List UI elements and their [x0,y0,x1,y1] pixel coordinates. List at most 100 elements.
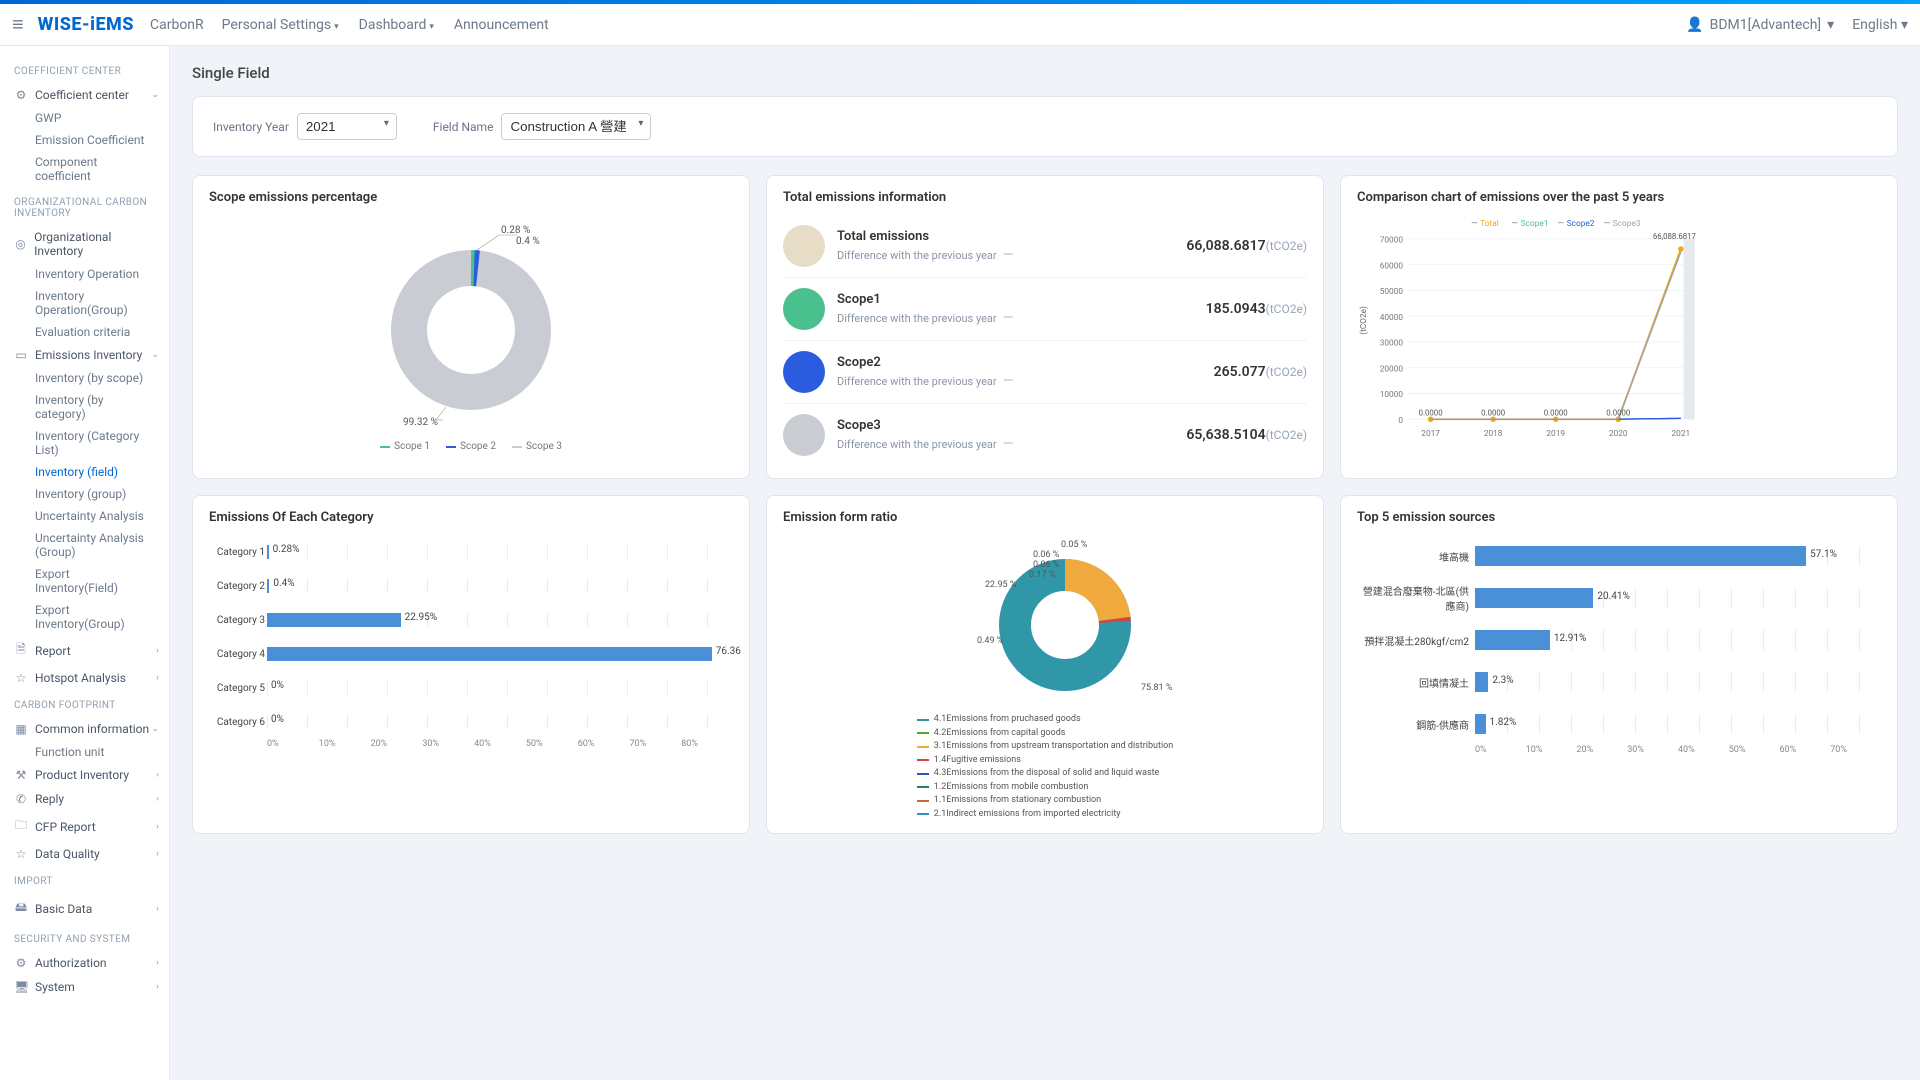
emission-diff-label: Difference with the previous year— [837,373,1214,389]
bar-value: 57.1% [1810,549,1837,560]
form-ratio-donut: 0.05 %0.06 %0.06 % 0.17 %22.95 %0.49 % 7… [865,535,1225,705]
sidebar-sub[interactable]: Export Inventory(Group) [0,599,169,635]
donut-label: 0.4 % [516,236,540,247]
user-menu[interactable]: 👤BDM1[Advantech]▾ [1686,17,1834,33]
doc-icon: 🗎 [14,640,28,661]
svg-text:20000: 20000 [1380,364,1404,374]
bar-label: Category 6 [209,717,265,728]
form-ratio-legend: 4.1Emissions from pruchased goods4.2Emis… [917,713,1173,821]
nav-announcement[interactable]: Announcement [454,17,549,33]
sidebar-item-reply[interactable]: ✆Reply› [0,787,169,811]
bar-label: Category 3 [209,615,265,626]
sidebar-item-emissions-inventory[interactable]: ▭Emissions Inventory⌄ [0,343,169,367]
emission-diff-label: Difference with the previous year— [837,310,1206,326]
sidebar-sub-emission-coef[interactable]: Emission Coefficient [0,129,169,151]
sidebar-sub[interactable]: Inventory Operation(Group) [0,285,169,321]
legend-item: 4.1Emissions from pruchased goods [917,713,1173,727]
sidebar-sub[interactable]: Inventory (by scope) [0,367,169,389]
sidebar-sub-inventory-field[interactable]: Inventory (field) [0,461,169,483]
bar-value: 0% [271,680,284,691]
card-title: Emission form ratio [783,510,1307,525]
sidebar-sub-gwp[interactable]: GWP [0,107,169,129]
bar-value: 20.41% [1597,591,1629,602]
svg-text:0.06 %: 0.06 % [1033,550,1060,560]
svg-text:0.0000: 0.0000 [1544,409,1568,418]
donut-legend: Scope 1 Scope 2 Scope 3 [380,441,562,452]
sidebar-sub-component-coef[interactable]: Component coefficient [0,151,169,187]
year-label: Inventory Year [213,120,289,134]
sidebar-item-basic-data[interactable]: 🖴Basic Data› [0,893,169,924]
filter-bar: Inventory Year 2021 Field Name Construct… [192,96,1898,157]
sidebar-item-system[interactable]: 🖥System› [0,975,169,999]
sidebar-heading: SECURITY AND SYSTEM [0,924,169,951]
card-total-emissions: Total emissions information Total emissi… [766,175,1324,479]
sidebar-item-product-inventory[interactable]: ⚒Product Inventory› [0,763,169,787]
bar-value: 22.95% [405,612,437,623]
svg-text:0.05 %: 0.05 % [1061,540,1088,550]
bar-value: 0% [271,714,284,725]
emission-value: 265.077(tCO2e) [1214,364,1307,380]
sidebar-sub[interactable]: Uncertainty Analysis [0,505,169,527]
sidebar-item-coefficient-center[interactable]: ⚙Coefficient center⌄ [0,83,169,107]
svg-text:10000: 10000 [1380,390,1404,400]
sidebar-sub[interactable]: Inventory (group) [0,483,169,505]
sidebar-item-report[interactable]: 🗎Report› [0,635,169,666]
header: ≡ WISE-iEMS CarbonR Personal Settings▾ D… [0,4,1920,46]
sidebar-sub[interactable]: Inventory (Category List) [0,425,169,461]
legend-item: 4.2Emissions from capital goods [917,727,1173,741]
scope-dot [783,414,825,456]
system-icon: 🖥 [14,980,28,994]
bar-row: 堆高機 57.1% [1357,535,1881,577]
sidebar-sub[interactable]: Inventory Operation [0,263,169,285]
language-menu[interactable]: English ▾ [1852,17,1908,33]
sidebar-heading: IMPORT [0,866,169,893]
field-label: Field Name [433,120,494,134]
sidebar-sub[interactable]: Inventory (by category) [0,389,169,425]
svg-text:—: — [1512,219,1518,229]
emission-row: Scope2 Difference with the previous year… [783,341,1307,404]
chevron-down-icon: ⌄ [151,350,159,360]
card-title: Total emissions information [783,190,1307,205]
scope-donut-chart: 0.28 % 0.4 % 99.32 % [321,215,621,435]
emission-row: Total emissions Difference with the prev… [783,215,1307,278]
svg-text:22.95 %: 22.95 % [985,580,1017,590]
nav-personal-settings[interactable]: Personal Settings▾ [222,17,339,33]
nav-dashboard[interactable]: Dashboard▾ [359,17,434,33]
brand-logo: WISE-iEMS [38,14,134,35]
sidebar-sub[interactable]: Evaluation criteria [0,321,169,343]
hamburger-icon[interactable]: ≡ [12,12,24,37]
sidebar-item-data-quality[interactable]: ☆Data Quality› [0,842,169,866]
sidebar-item-authorization[interactable]: ⚙Authorization› [0,951,169,975]
svg-text:0.06 %: 0.06 % [1033,560,1060,570]
sidebar-item-common-info[interactable]: ▦Common information⌄ [0,717,169,741]
sidebar-item-cfp-report[interactable]: 🗀CFP Report› [0,811,169,842]
bar-label: 堆高機 [1357,549,1469,564]
legend-item: 1.1Emissions from stationary combustion [917,794,1173,808]
bar-label: 回填情凝土 [1357,675,1469,690]
file-icon: ▭ [14,348,28,362]
sidebar-sub[interactable]: Uncertainty Analysis (Group) [0,527,169,563]
bar-value: 0.4% [273,578,294,589]
sidebar-heading: ORGANIZATIONAL CARBON INVENTORY [0,187,169,225]
year-select[interactable]: 2021 [297,113,397,140]
emission-row: Scope1 Difference with the previous year… [783,278,1307,341]
bar-row: Category 3 22.95% [267,603,733,637]
card-title: Scope emissions percentage [209,190,733,205]
legend-item: 1.2Emissions from mobile combustion [917,781,1173,795]
svg-text:70000: 70000 [1380,236,1404,246]
bar-label: 鋼筋-供應商 [1357,717,1469,732]
disk-icon: 🖴 [14,898,28,919]
sidebar-item-hotspot[interactable]: ☆Hotspot Analysis› [0,666,169,690]
bar-value: 0.28% [273,544,300,555]
chevron-right-icon: › [156,673,159,683]
field-select[interactable]: Construction A 營建 [501,113,651,140]
svg-text:30000: 30000 [1380,339,1404,349]
sidebar-sub[interactable]: Function unit [0,741,169,763]
card-scope-percentage: Scope emissions percentage 0.28 % 0.4 % … [192,175,750,479]
emission-name: Scope3 [837,418,1186,433]
svg-text:—: — [1604,219,1610,229]
sidebar-item-org-inventory[interactable]: ◎Organizational Inventory [0,225,169,263]
svg-text:2018: 2018 [1484,429,1503,439]
user-icon: 👤 [1686,17,1703,33]
sidebar-sub[interactable]: Export Inventory(Field) [0,563,169,599]
